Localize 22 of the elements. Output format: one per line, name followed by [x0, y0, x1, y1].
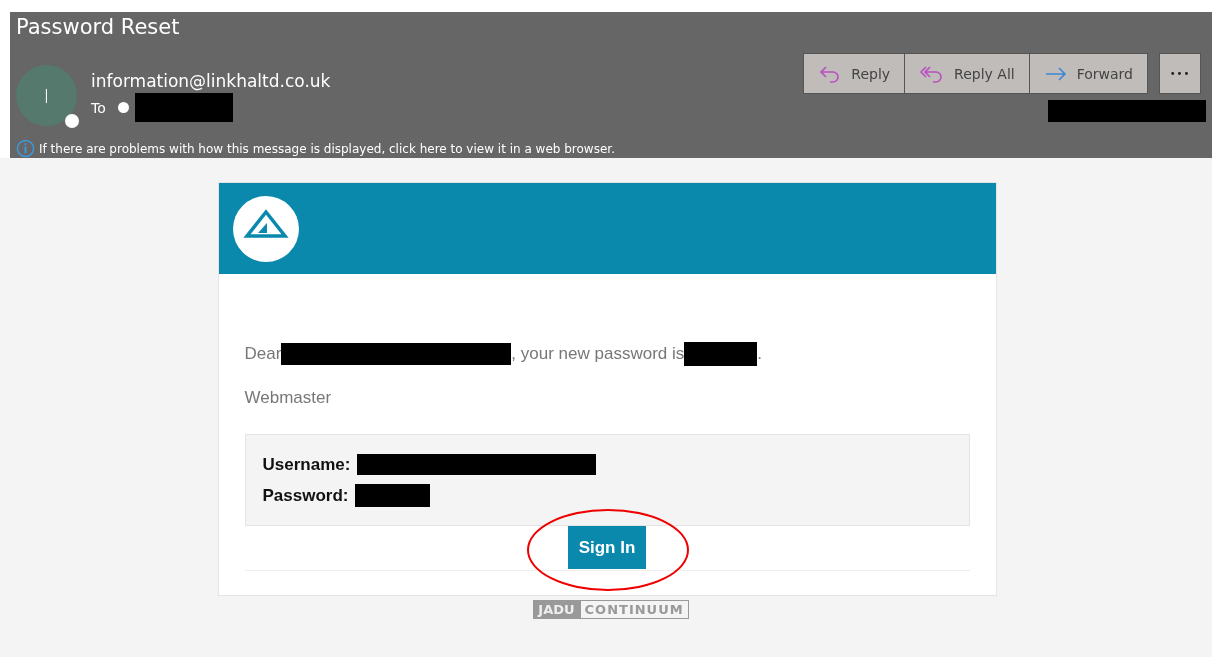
sender-address[interactable]: information@linkhaltd.co.uk	[91, 71, 331, 92]
sender-avatar: I	[16, 65, 77, 127]
signature-text: Webmaster	[244, 388, 333, 408]
credential-label: Password:	[262, 485, 349, 506]
greeting-text: .	[757, 344, 762, 364]
reply-all-button[interactable]: Reply All	[905, 53, 1030, 95]
credential-label: Username:	[262, 454, 351, 475]
info-icon	[16, 139, 35, 158]
logo-text: JADU	[533, 600, 580, 619]
greeting-text: , your new password is	[511, 344, 685, 364]
browser-view-link[interactable]: If there are problems with how this message is displayed, click here to view it in a web browser.	[39, 141, 615, 156]
more-button[interactable]: •••	[1159, 53, 1201, 95]
logo-text: CONTINUUM	[579, 600, 689, 619]
message-subject: Password Reset	[16, 15, 181, 41]
triangle-logo-icon	[232, 195, 299, 262]
greeting-text: Dear	[244, 344, 282, 364]
reply-button[interactable]: Reply	[803, 53, 906, 95]
presence-icon	[65, 114, 79, 129]
to-label: To	[91, 99, 106, 116]
forward-button[interactable]: Forward	[1029, 53, 1148, 95]
sign-in-button[interactable]: Sign In	[567, 526, 647, 569]
presence-icon	[117, 102, 129, 114]
